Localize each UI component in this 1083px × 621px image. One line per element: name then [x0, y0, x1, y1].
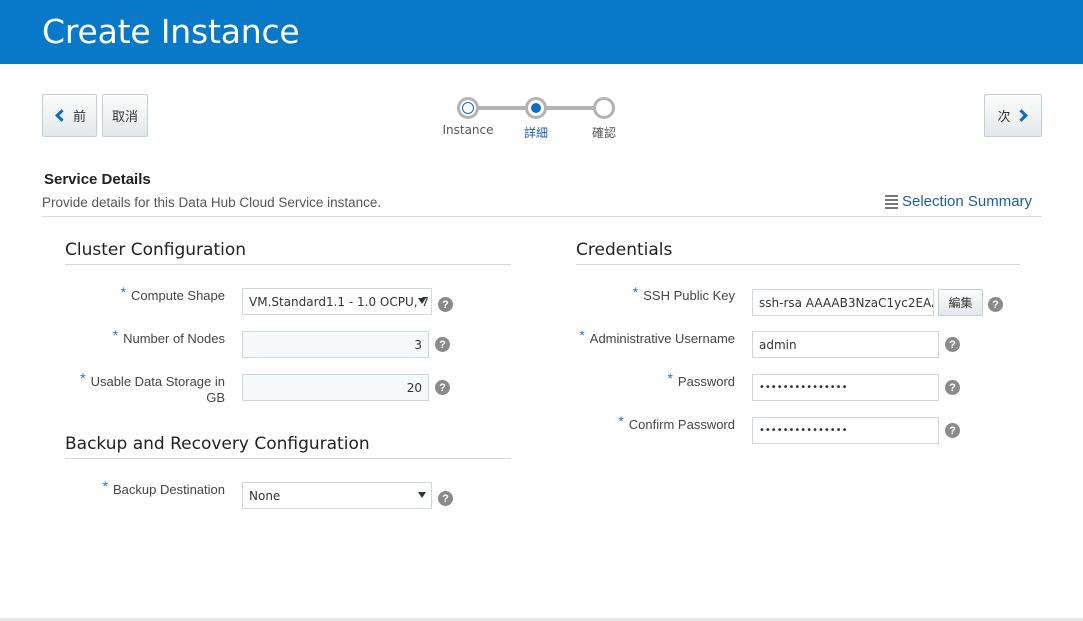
- password-value: •••••••••••••••: [759, 382, 848, 393]
- next-button-label: 次: [997, 110, 1011, 125]
- storage-label: * Usable Data Storage in GB: [80, 370, 225, 405]
- help-icon[interactable]: ?: [438, 297, 453, 312]
- train-stop-current-marker: [531, 103, 541, 113]
- password-input[interactable]: •••••••••••••••: [752, 374, 939, 401]
- required-mark: *: [80, 370, 86, 386]
- required-mark: *: [667, 370, 673, 386]
- divider: [65, 458, 511, 459]
- help-icon[interactable]: ?: [438, 491, 453, 506]
- cancel-button[interactable]: 取消: [102, 94, 148, 137]
- summary-list-icon: [885, 194, 898, 210]
- admin-username-label: * Administrative Username: [579, 327, 735, 346]
- backup-destination-value: None: [249, 488, 281, 503]
- divider: [65, 264, 511, 265]
- admin-username-input[interactable]: admin: [752, 331, 939, 358]
- backup-destination-select[interactable]: None: [242, 482, 432, 509]
- required-mark: *: [618, 413, 624, 429]
- ssh-key-label: * SSH Public Key: [632, 284, 735, 303]
- progress-train: Instance 詳細 確認: [440, 94, 630, 144]
- nodes-input[interactable]: 3: [242, 331, 429, 358]
- train-stop-details[interactable]: [525, 97, 547, 119]
- train-connector: [475, 106, 525, 110]
- header-bar: Create Instance: [0, 0, 1083, 64]
- confirm-password-input[interactable]: •••••••••••••••: [752, 417, 939, 444]
- credentials-title: Credentials: [576, 240, 673, 260]
- back-button-label: 前: [72, 110, 86, 125]
- train-connector: [543, 106, 593, 110]
- confirm-password-value: •••••••••••••••: [759, 425, 848, 436]
- edit-button-label: 編集: [948, 296, 973, 310]
- train-label-confirm: 確認: [591, 126, 616, 140]
- help-icon[interactable]: ?: [945, 380, 960, 395]
- help-icon[interactable]: ?: [988, 297, 1003, 312]
- compute-shape-select[interactable]: VM.Standard1.1 - 1.0 OCPU, 7: [242, 288, 432, 315]
- confirm-password-label: * Confirm Password: [618, 413, 735, 432]
- storage-input[interactable]: 20: [242, 374, 429, 401]
- password-label: * Password: [667, 370, 735, 389]
- nodes-label: * Number of Nodes: [112, 327, 225, 346]
- required-mark: *: [632, 284, 639, 300]
- chevron-right-icon: [1014, 109, 1028, 122]
- dropdown-arrow-icon: [418, 492, 426, 498]
- selection-summary-link[interactable]: Selection Summary: [885, 193, 1032, 210]
- ssh-key-field[interactable]: ssh-rsa AAAAB3NzaC1yc2EAAA: [752, 289, 934, 316]
- help-icon[interactable]: ?: [945, 337, 960, 352]
- divider: [42, 216, 1042, 217]
- ssh-key-value: ssh-rsa AAAAB3NzaC1yc2EAAA: [759, 295, 934, 310]
- nodes-value: 3: [414, 337, 422, 352]
- page-title: Create Instance: [42, 12, 300, 51]
- service-details-title: Service Details: [44, 171, 151, 188]
- required-mark: *: [102, 478, 108, 494]
- backup-destination-label: * Backup Destination: [102, 478, 225, 497]
- edit-ssh-key-button[interactable]: 編集: [938, 289, 983, 316]
- storage-value: 20: [406, 380, 422, 395]
- required-mark: *: [120, 284, 127, 300]
- help-icon[interactable]: ?: [435, 380, 450, 395]
- required-mark: *: [579, 327, 585, 343]
- backup-config-title: Backup and Recovery Configuration: [65, 434, 370, 454]
- chevron-left-icon: [55, 109, 68, 122]
- compute-shape-label: * Compute Shape: [120, 284, 225, 303]
- cancel-button-label: 取消: [111, 110, 138, 125]
- train-label-instance: Instance: [442, 123, 494, 137]
- selection-summary-label: Selection Summary: [902, 193, 1033, 210]
- admin-username-value: admin: [759, 337, 797, 352]
- train-stop-instance[interactable]: [457, 97, 479, 119]
- back-button[interactable]: 前: [42, 94, 97, 137]
- compute-shape-value: VM.Standard1.1 - 1.0 OCPU, 7: [249, 294, 430, 309]
- required-mark: *: [112, 327, 119, 343]
- train-stop-confirm[interactable]: [593, 97, 615, 119]
- help-icon[interactable]: ?: [435, 337, 450, 352]
- dropdown-arrow-icon: [418, 298, 426, 304]
- next-button[interactable]: 次: [984, 94, 1042, 137]
- train-label-details: 詳細: [523, 126, 548, 140]
- service-details-description: Provide details for this Data Hub Cloud …: [42, 195, 382, 210]
- divider: [576, 264, 1020, 265]
- help-icon[interactable]: ?: [945, 423, 960, 438]
- cluster-config-title: Cluster Configuration: [65, 240, 247, 260]
- train-stop-visited-marker: [462, 102, 474, 114]
